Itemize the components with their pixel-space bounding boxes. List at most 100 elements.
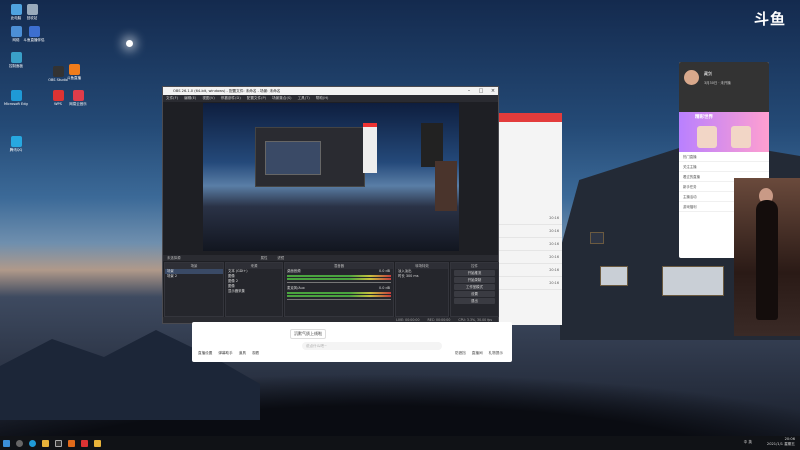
banner-face-1 xyxy=(697,126,717,148)
app-icon xyxy=(28,26,40,37)
promo-banner[interactable]: 精彩世界 xyxy=(679,112,769,152)
comment-tool[interactable]: 直播设置 xyxy=(198,351,212,356)
app-icon xyxy=(52,90,64,101)
desktop-icon-label: 控制面板 xyxy=(9,64,23,68)
desktop-icon-label: 回收站 xyxy=(26,16,38,20)
volume-meter xyxy=(287,278,391,280)
control-button[interactable]: 退出 xyxy=(454,298,495,304)
filters-button[interactable]: 滤镜 xyxy=(277,255,284,261)
avatar[interactable] xyxy=(684,70,699,85)
maximize-icon[interactable]: □ xyxy=(476,87,486,95)
scene-item[interactable]: 场景 2 xyxy=(165,274,223,279)
source-item[interactable]: 显示器采集 xyxy=(226,289,282,294)
comment-input[interactable]: 说点什么吧~ xyxy=(302,342,442,350)
obs-titlebar[interactable]: OBS 26.1.0 (64-bit, windows) - 配置文件: 未命名… xyxy=(163,87,498,95)
list-item[interactable]: 20:16 xyxy=(496,251,562,264)
list-item[interactable]: 20:16 xyxy=(496,225,562,238)
douyu-logo: 斗鱼 xyxy=(753,11,786,28)
comment-tool[interactable]: 观看 xyxy=(252,351,259,356)
control-button[interactable]: 工作室模式 xyxy=(454,284,495,290)
obs-preview[interactable] xyxy=(203,103,459,251)
app-icon xyxy=(68,64,80,75)
desktop-icon[interactable]: 斗鱼直播伴侣 xyxy=(22,26,46,43)
comment-tool[interactable]: 礼物提示 xyxy=(489,351,503,356)
volume-meter xyxy=(287,292,391,294)
scenes-panel: 场景 场景 场景 2 xyxy=(164,262,224,317)
control-button[interactable]: 设置 xyxy=(454,291,495,297)
mixer-channel-db: 0.0 dB xyxy=(379,286,390,290)
desktop-icon[interactable]: 回收站 xyxy=(20,4,44,21)
mixer-panel: 混音器 桌面音频 0.0 dB 麦克风/Aux 0.0 dB xyxy=(284,262,394,317)
edge-icon[interactable] xyxy=(29,439,36,447)
desktop-icon[interactable]: 网易云音乐 xyxy=(66,90,90,107)
menu-item[interactable]: 场景集合(S) xyxy=(272,96,291,101)
comment-tools-right: 防遮挡 直播间 礼物提示 xyxy=(455,351,503,356)
moon xyxy=(126,40,133,47)
close-icon[interactable]: × xyxy=(488,87,498,95)
comment-tool[interactable]: 弹幕助手 xyxy=(218,351,232,356)
app2-taskbar-icon[interactable] xyxy=(94,439,101,447)
list-item[interactable]: 20:16 xyxy=(496,238,562,251)
search-icon[interactable] xyxy=(16,439,23,447)
camera-feed xyxy=(734,178,800,336)
control-button[interactable]: 开始录制 xyxy=(454,277,495,283)
menu-item[interactable]: 文件(F) xyxy=(166,96,178,101)
menu-item[interactable]: 编辑(E) xyxy=(184,96,196,101)
desktop-icon[interactable]: Microsoft Edge xyxy=(4,90,28,106)
windows-start-icon[interactable] xyxy=(3,439,10,447)
folder-icon[interactable] xyxy=(42,439,49,447)
comment-tool[interactable]: 防遮挡 xyxy=(455,351,466,356)
background-window[interactable]: 20:16 20:16 20:16 20:16 20:16 20:16 xyxy=(496,113,562,325)
list-item[interactable]: 20:16 xyxy=(496,264,562,277)
obs-taskbar-icon[interactable] xyxy=(55,439,62,447)
list-item[interactable]: 20:16 xyxy=(496,212,562,225)
desktop-icon-label: Microsoft Edge xyxy=(4,102,28,106)
properties-button[interactable]: 属性 xyxy=(261,255,268,261)
taskbar: 中 英 20:06 2021/1/1 星期五 xyxy=(0,436,800,450)
volume-slider[interactable] xyxy=(287,282,391,283)
ime-indicator[interactable]: 中 xyxy=(744,440,748,444)
banner-face-2 xyxy=(731,126,751,148)
mixer-channel-name: 麦克风/Aux xyxy=(287,286,305,290)
comment-tool[interactable]: 道具 xyxy=(239,351,246,356)
volume-slider[interactable] xyxy=(287,299,391,300)
app-icon xyxy=(10,26,22,37)
menu-item[interactable]: 工具(T) xyxy=(298,96,310,101)
minimize-icon[interactable]: – xyxy=(464,87,474,95)
clock[interactable]: 20:06 2021/1/1 星期五 xyxy=(767,437,795,447)
app-icon xyxy=(10,90,22,101)
app-icon xyxy=(10,52,22,63)
menu-item[interactable]: 视图(V) xyxy=(202,96,214,101)
control-button[interactable]: 开始推流 xyxy=(454,270,495,276)
transitions-panel: 转场特效 淡入淡出 时长 300 ms xyxy=(395,262,449,317)
comment-tool[interactable]: 直播间 xyxy=(472,351,483,356)
desktop-icon-label: 斗鱼直播伴侣 xyxy=(23,38,45,42)
desktop-icon-label: 斗鱼直播 xyxy=(67,76,81,80)
mixer-channel: 桌面音频 0.0 dB xyxy=(285,269,393,274)
chat-list-item[interactable]: 关注主播 xyxy=(679,162,769,172)
lang-indicator[interactable]: 英 xyxy=(748,440,752,444)
menu-item[interactable]: 停靠部件(D) xyxy=(221,96,241,101)
controls-panel: 控件 开始推流 开始录制 工作室模式 设置 退出 xyxy=(450,262,499,317)
obs-menubar: 文件(F) 编辑(E) 视图(V) 停靠部件(D) 配置文件(P) 场景集合(S) 工具(T… xyxy=(163,95,498,102)
volume-meter xyxy=(287,275,391,277)
chat-list-item[interactable]: 热门直播 xyxy=(679,152,769,162)
mixer-channel: 麦克风/Aux 0.0 dB xyxy=(285,286,393,291)
app-taskbar-icon[interactable] xyxy=(81,439,88,447)
desktop-icon[interactable]: 控制面板 xyxy=(4,52,28,69)
douyu-taskbar-icon[interactable] xyxy=(68,439,75,447)
obs-window[interactable]: OBS 26.1.0 (64-bit, windows) - 配置文件: 未命名… xyxy=(162,86,499,324)
desktop-icon[interactable]: 腾讯QQ xyxy=(4,136,28,153)
user-status: 3月30日 · 未开播 xyxy=(704,81,731,85)
transition-duration[interactable]: 300 ms xyxy=(406,274,419,278)
obs-window-title: OBS 26.1.0 (64-bit, windows) - 配置文件: 未命名… xyxy=(173,88,281,93)
comment-tools: 直播设置 弹幕助手 道具 观看 xyxy=(198,351,259,356)
list-item[interactable]: 20:16 xyxy=(496,277,562,290)
desktop-icon[interactable]: 斗鱼直播 xyxy=(62,64,86,81)
mixer-channel-name: 桌面音频 xyxy=(287,269,301,273)
menu-item[interactable]: 配置文件(P) xyxy=(247,96,266,101)
menu-item[interactable]: 帮助(H) xyxy=(316,96,329,101)
app-icon xyxy=(10,136,22,147)
username: 藏剑 xyxy=(704,71,712,76)
mixer-channel-db: 0.0 dB xyxy=(379,269,390,273)
